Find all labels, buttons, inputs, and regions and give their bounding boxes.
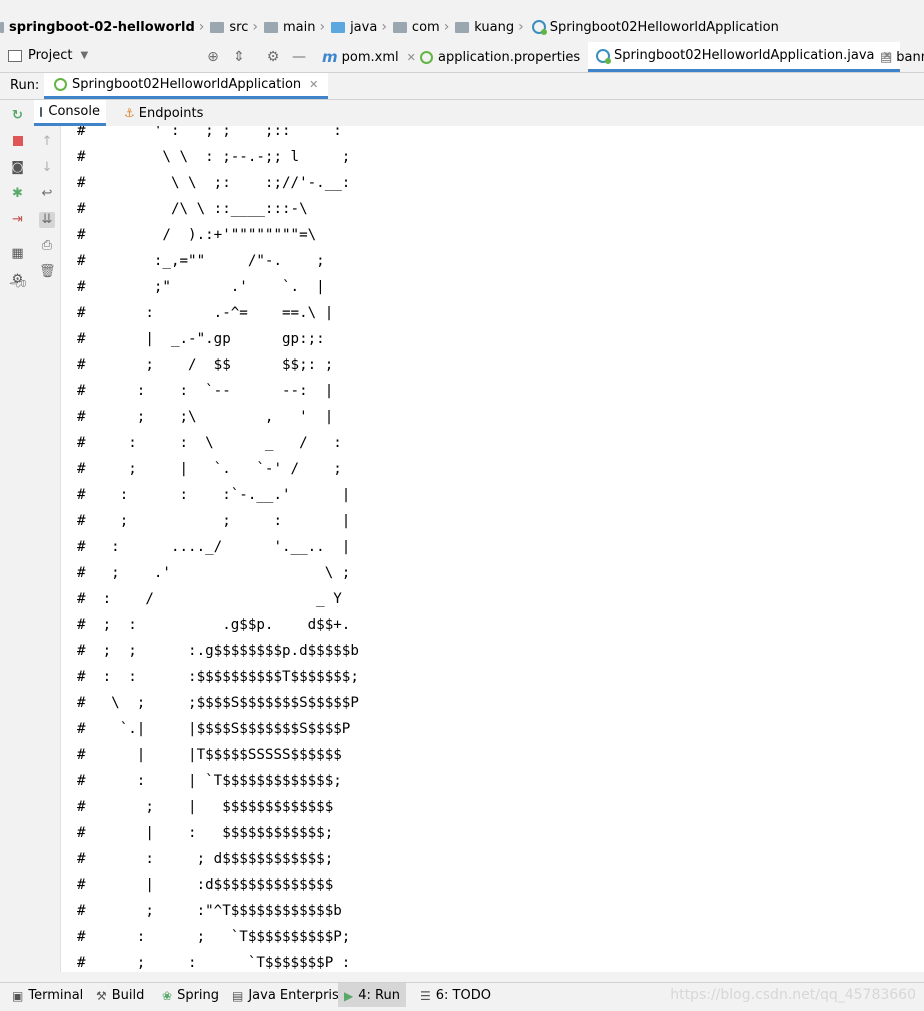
breadcrumb: springboot-02-helloworld › src › main › … xyxy=(0,14,924,40)
trash-icon[interactable]: 🗑︎ xyxy=(39,264,56,280)
editor-toolbar: Project ▼ ⊕ ⇕ ⚙ — m pom.xml ✕ applicatio… xyxy=(0,42,924,73)
console-tab-bar: Console ⚓︎ Endpoints xyxy=(34,100,924,127)
console-side-toolbar: ↑ ↓ ↩ ⇊ ⎙ 🗑︎ xyxy=(34,126,61,972)
scroll-to-end-icon[interactable]: ⇊ xyxy=(39,212,55,228)
tab-build[interactable]: ⚒ Build xyxy=(90,983,150,1008)
spring-icon: ❀ xyxy=(162,988,173,1003)
source-folder-icon xyxy=(331,21,346,33)
breadcrumb-item-main[interactable]: main xyxy=(260,20,315,35)
tool-window-bar: ▣ Terminal ⚒ Build ❀ Spring ▤ Java Enter… xyxy=(0,982,924,1008)
down-arrow-icon[interactable]: ↓ xyxy=(39,160,55,176)
project-icon xyxy=(8,49,22,62)
gear-icon[interactable]: ⚙ xyxy=(264,48,282,66)
collapse-icon[interactable]: ⇕ xyxy=(230,48,248,66)
minimize-icon[interactable]: — xyxy=(290,48,308,66)
tab-spring[interactable]: ❀ Spring xyxy=(156,983,225,1008)
run-config-tab[interactable]: Springboot02HelloworldApplication ✕ xyxy=(44,73,329,99)
console-text: # ' : ; ; ;:: : # \ \ : ;--.-;; l ; # \ … xyxy=(77,126,359,971)
chevron-right-icon: › xyxy=(198,19,205,35)
spring-properties-icon xyxy=(420,50,433,64)
breadcrumb-item-project[interactable]: springboot-02-helloworld xyxy=(0,20,195,35)
locate-icon[interactable]: ⊕ xyxy=(204,48,222,66)
exit-icon[interactable]: ⇥ xyxy=(10,212,25,227)
watermark: https://blog.csdn.net/qq_45783660 xyxy=(670,987,916,1003)
package-icon xyxy=(455,21,470,33)
tab-application-java[interactable]: Springboot02HelloworldApplication.java ✕ xyxy=(588,42,900,72)
breadcrumb-item-class[interactable]: Springboot02HelloworldApplication xyxy=(526,20,779,35)
maven-icon: m xyxy=(322,48,338,66)
chevron-right-icon: › xyxy=(518,19,524,35)
package-icon xyxy=(392,21,407,33)
tab-console[interactable]: Console xyxy=(34,100,106,126)
print-icon[interactable]: ⎙ xyxy=(39,238,55,254)
folder-icon xyxy=(263,21,278,33)
close-icon[interactable]: ✕ xyxy=(309,78,318,91)
chevron-right-icon: › xyxy=(252,19,258,35)
tab-banner[interactable]: ▤ bann xyxy=(872,42,924,72)
breadcrumb-item-src[interactable]: src xyxy=(206,20,248,35)
rerun-icon[interactable]: ↻ xyxy=(10,108,25,123)
folder-icon xyxy=(0,21,4,33)
menu-bar xyxy=(0,0,924,8)
project-view-dropdown[interactable]: Project ▼ xyxy=(8,48,88,63)
run-icon: ▶ xyxy=(344,988,354,1003)
tab-application-properties[interactable]: application.properties ✕ xyxy=(412,42,605,72)
file-icon: ▤ xyxy=(880,49,893,65)
camera-icon[interactable]: ◙ xyxy=(10,160,25,175)
class-icon xyxy=(531,20,547,35)
chevron-right-icon: › xyxy=(381,19,387,35)
tab-pom-xml[interactable]: m pom.xml ✕ xyxy=(314,42,424,72)
up-arrow-icon[interactable]: ↑ xyxy=(39,134,55,150)
console-output[interactable]: # ' : ; ; ;:: : # \ \ : ;--.-;; l ; # \ … xyxy=(61,126,924,972)
tab-run[interactable]: ▶ 4: Run xyxy=(338,983,406,1008)
run-actions-strip: ↻ ◙ ✱ ⇥ ▦ ⚙ 📌︎ xyxy=(0,100,35,972)
tab-java-enterprise[interactable]: ▤ Java Enterprise xyxy=(226,983,353,1008)
endpoints-icon: ⚓︎ xyxy=(124,106,135,120)
java-enterprise-icon: ▤ xyxy=(232,988,244,1003)
spring-boot-icon xyxy=(54,78,67,91)
stop-icon[interactable] xyxy=(10,134,25,149)
hammer-icon: ⚒ xyxy=(96,988,107,1003)
run-toolwindow-header: Run: Springboot02HelloworldApplication ✕ xyxy=(0,73,924,100)
chevron-down-icon: ▼ xyxy=(80,50,89,61)
tab-endpoints[interactable]: ⚓︎ Endpoints xyxy=(118,100,209,126)
chevron-right-icon: › xyxy=(319,19,326,35)
breadcrumb-item-java[interactable]: java xyxy=(327,20,377,35)
console-icon xyxy=(40,106,43,117)
tab-terminal[interactable]: ▣ Terminal xyxy=(6,983,89,1008)
class-icon xyxy=(596,48,611,64)
terminal-icon: ▣ xyxy=(12,988,24,1003)
status-bar xyxy=(0,1007,924,1011)
list-icon: ☰ xyxy=(420,988,431,1003)
tab-todo[interactable]: ☰ 6: TODO xyxy=(414,983,497,1008)
debug-bug-icon[interactable]: ✱ xyxy=(10,186,25,201)
folder-icon xyxy=(210,21,225,33)
breadcrumb-item-kuang[interactable]: kuang xyxy=(451,20,514,35)
soft-wrap-icon[interactable]: ↩ xyxy=(39,186,55,202)
chevron-right-icon: › xyxy=(443,19,450,35)
layout-icon[interactable]: ▦ xyxy=(10,246,25,261)
breadcrumb-item-com[interactable]: com xyxy=(389,20,440,35)
run-label: Run: xyxy=(10,78,40,93)
